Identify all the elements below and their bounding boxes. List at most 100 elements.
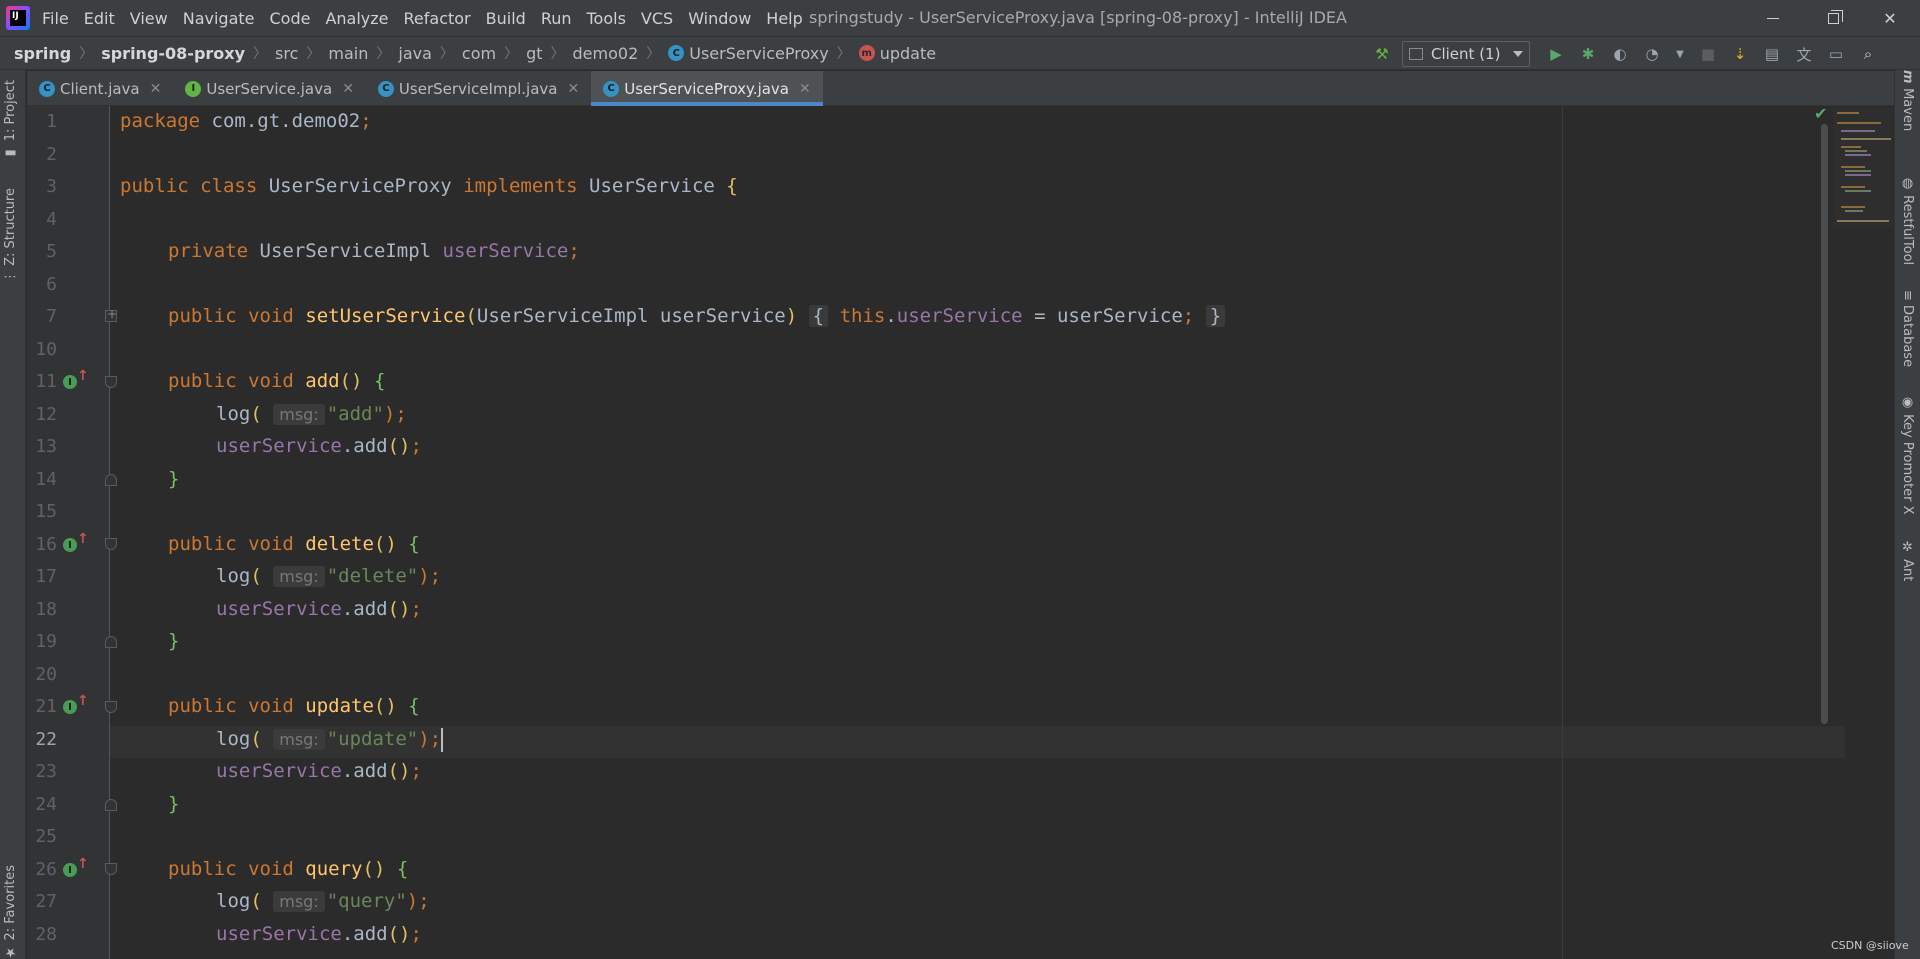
layout-icon[interactable]: ▭	[1824, 42, 1848, 66]
fold-collapse-icon[interactable]	[105, 376, 117, 388]
menu-edit[interactable]: Edit	[84, 9, 115, 28]
breadcrumb-java[interactable]: java	[398, 44, 432, 63]
breadcrumb-gt[interactable]: gt	[526, 44, 542, 63]
menu-navigate[interactable]: Navigate	[183, 9, 255, 28]
globe-icon: ◍	[1900, 176, 1915, 196]
stop-icon[interactable]: ■	[1696, 42, 1720, 66]
structure-tool-button[interactable]: ⋮ Z: Structure	[3, 188, 18, 283]
translate-icon[interactable]: 文	[1792, 42, 1816, 66]
implements-method-icon[interactable]: I	[63, 700, 77, 714]
scrollbar-thumb[interactable]	[1821, 124, 1828, 724]
close-tab-icon[interactable]: ✕	[342, 81, 354, 97]
arrow-up-icon: ↑	[77, 368, 89, 384]
line-number: 12	[35, 404, 57, 425]
breadcrumb-project[interactable]: spring	[14, 44, 71, 63]
breadcrumb-main[interactable]: main	[328, 44, 368, 63]
editor-gutter[interactable]: 1 2 3 4 5 6 7 10 11 12 13 14 15 16 17 18…	[27, 106, 117, 959]
semicolon: ;	[410, 760, 422, 782]
menu-vcs[interactable]: VCS	[641, 9, 673, 28]
key-promoter-tool-button[interactable]: ◉ Key Promoter X	[1900, 395, 1915, 515]
key-promoter-tool-label: Key Promoter X	[1900, 414, 1915, 515]
fold-collapse-icon[interactable]	[105, 538, 117, 550]
breadcrumb-module[interactable]: spring-08-proxy	[101, 44, 245, 63]
structure-icon: ⋮	[3, 265, 18, 284]
project-tool-button[interactable]: ▬ 1: Project	[3, 80, 18, 160]
close-tab-icon[interactable]: ✕	[150, 81, 162, 97]
run-icon[interactable]: ▶	[1544, 42, 1568, 66]
line-number: 26	[35, 859, 57, 880]
ant-icon: ✲	[1900, 540, 1915, 560]
menu-build[interactable]: Build	[486, 9, 526, 28]
breadcrumb-src[interactable]: src	[275, 44, 298, 63]
vertical-scrollbar[interactable]	[1818, 106, 1830, 959]
line-number: 23	[35, 761, 57, 782]
menu-file[interactable]: File	[42, 9, 69, 28]
hammer-icon[interactable]: ⚒	[1370, 42, 1394, 66]
line-number: 4	[46, 209, 57, 230]
implements-method-icon[interactable]: I	[63, 863, 77, 877]
interface-icon: I	[185, 80, 202, 97]
folded-brace[interactable]: }	[1205, 305, 1226, 327]
database-tool-button[interactable]: ≡ Database	[1900, 290, 1915, 367]
method-call: .add	[341, 760, 388, 782]
folded-brace[interactable]: {	[808, 305, 829, 327]
restore-button[interactable]	[1805, 0, 1861, 36]
code-area[interactable]: package com.gt.demo02; public class User…	[120, 106, 1894, 959]
semicolon: ;	[360, 110, 372, 132]
fold-collapse-icon[interactable]	[105, 701, 117, 713]
menu-help[interactable]: Help	[766, 9, 802, 28]
brace: }	[168, 468, 180, 490]
breadcrumb-method[interactable]: m update	[858, 43, 937, 63]
ant-tool-button[interactable]: ✲ Ant	[1900, 540, 1915, 581]
run-configuration-select[interactable]: Client (1)	[1402, 41, 1530, 67]
line-number: 6	[46, 274, 57, 295]
search-icon[interactable]: ⌕	[1856, 42, 1880, 66]
method-call: log	[216, 890, 251, 912]
favorites-tool-button[interactable]: ★ 2: Favorites	[3, 865, 18, 959]
paren: ()	[387, 760, 411, 782]
menu-analyze[interactable]: Analyze	[325, 9, 388, 28]
class-icon: C	[39, 80, 55, 97]
keyword: public void	[168, 533, 294, 555]
project-structure-icon[interactable]: ▤	[1760, 42, 1784, 66]
menu-refactor[interactable]: Refactor	[404, 9, 471, 28]
fold-end-icon[interactable]	[105, 474, 117, 486]
menu-code[interactable]: Code	[270, 9, 311, 28]
coverage-icon[interactable]: ◐	[1608, 42, 1632, 66]
menu-tools[interactable]: Tools	[587, 9, 626, 28]
profile-dropdown-icon[interactable]: ▼	[1668, 42, 1692, 66]
implements-method-icon[interactable]: I	[63, 538, 77, 552]
menu-run[interactable]: Run	[541, 9, 572, 28]
paren: );	[406, 890, 430, 912]
intellij-logo-icon[interactable]: IJ	[6, 6, 30, 30]
implements-method-icon[interactable]: I	[63, 375, 77, 389]
maven-tool-button[interactable]: m Maven	[1900, 70, 1915, 131]
restful-tool-button[interactable]: ◍ RestfulTool	[1900, 176, 1915, 265]
code-editor[interactable]: 1 2 3 4 5 6 7 10 11 12 13 14 15 16 17 18…	[27, 106, 1894, 959]
menu-window[interactable]: Window	[688, 9, 751, 28]
close-window-button[interactable]: ✕	[1862, 0, 1918, 36]
breadcrumb-demo02[interactable]: demo02	[573, 44, 639, 63]
code-minimap[interactable]	[1833, 108, 1893, 228]
breadcrumb-class[interactable]: C UserServiceProxy	[668, 44, 829, 63]
breadcrumb-method-label: update	[879, 43, 937, 63]
fold-end-icon[interactable]	[105, 636, 117, 648]
tab-client-java[interactable]: C Client.java ✕	[27, 71, 173, 106]
close-tab-icon[interactable]: ✕	[567, 81, 579, 97]
fold-collapse-icon[interactable]	[105, 863, 117, 875]
tab-userserviceimpl-java[interactable]: C UserServiceImpl.java ✕	[366, 71, 591, 106]
minimize-button[interactable]	[1745, 0, 1801, 36]
tab-userservice-java[interactable]: I UserService.java ✕	[173, 71, 366, 106]
close-tab-icon[interactable]: ✕	[799, 81, 811, 97]
fold-expand-icon[interactable]	[105, 307, 117, 322]
debug-icon[interactable]: ✱	[1576, 42, 1600, 66]
fold-end-icon[interactable]	[105, 799, 117, 811]
breadcrumb-com[interactable]: com	[462, 44, 496, 63]
vcs-update-icon[interactable]: ⇣	[1728, 42, 1752, 66]
breadcrumb-separator-icon: 〉	[79, 46, 94, 62]
ant-tool-label: Ant	[1900, 559, 1915, 582]
menu-view[interactable]: View	[130, 9, 168, 28]
tab-userserviceproxy-java[interactable]: C UserServiceProxy.java ✕	[591, 71, 823, 106]
profile-icon[interactable]: ◔	[1640, 42, 1664, 66]
paren: (	[250, 403, 262, 425]
